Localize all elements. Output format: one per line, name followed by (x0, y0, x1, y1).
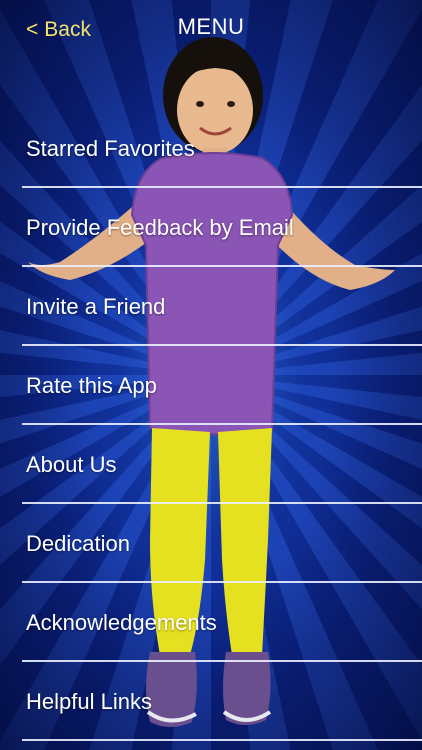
menu-screen: < Back MENU Starred Favorites Provide Fee… (0, 0, 422, 750)
menu-item-provide-feedback[interactable]: Provide Feedback by Email (22, 188, 422, 267)
menu-item-label: Rate this App (26, 373, 157, 398)
menu-item-label: Provide Feedback by Email (26, 215, 294, 240)
menu-item-label: Dedication (26, 531, 130, 556)
menu-item-label: Starred Favorites (26, 136, 195, 161)
menu-item-rate-app[interactable]: Rate this App (22, 346, 422, 425)
menu-item-label: Acknowledgements (26, 610, 217, 635)
menu-item-label: About Us (26, 452, 117, 477)
menu-item-acknowledgements[interactable]: Acknowledgements (22, 583, 422, 662)
page-title: MENU (177, 14, 245, 39)
menu-item-helpful-links[interactable]: Helpful Links (22, 662, 422, 741)
menu-list: Starred Favorites Provide Feedback by Em… (0, 109, 422, 741)
menu-item-starred-favorites[interactable]: Starred Favorites (22, 109, 422, 188)
menu-item-label: Helpful Links (26, 689, 152, 714)
menu-item-label: Invite a Friend (26, 294, 166, 319)
menu-item-invite-friend[interactable]: Invite a Friend (22, 267, 422, 346)
menu-item-about-us[interactable]: About Us (22, 425, 422, 504)
menu-item-dedication[interactable]: Dedication (22, 504, 422, 583)
